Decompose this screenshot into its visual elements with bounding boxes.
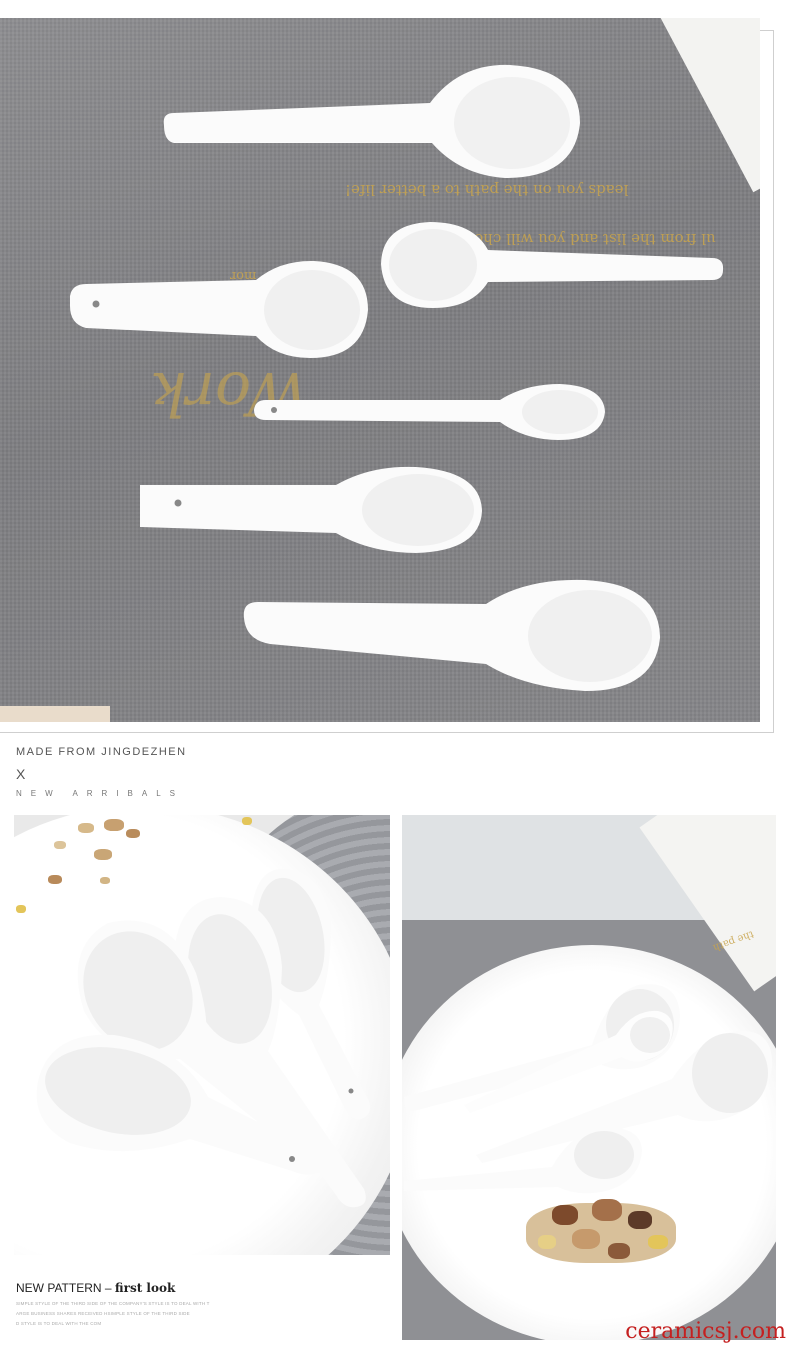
pattern-lead: NEW PATTERN <box>16 1281 102 1295</box>
granola-piece <box>538 1235 556 1249</box>
oat-flake <box>126 829 140 838</box>
spoon-1 <box>160 43 590 183</box>
granola-piece <box>592 1199 622 1221</box>
granola-piece <box>608 1243 630 1259</box>
granola-piece <box>648 1235 668 1249</box>
oat-flake <box>48 875 62 884</box>
frame-right-line <box>773 30 774 732</box>
right-spoon-4 <box>402 1121 647 1201</box>
spoon-5 <box>136 463 486 558</box>
small-caption-line-3: D STYLE IS TO DEAL WITH THE COM <box>16 1321 102 1326</box>
oat-flake <box>54 841 66 849</box>
granola-piece <box>572 1229 600 1249</box>
oat-flake <box>16 905 26 913</box>
granola-piece <box>628 1211 652 1229</box>
site-watermark: ceramicsj.com <box>625 1319 786 1344</box>
pattern-dash: – <box>101 1281 115 1295</box>
granola-piece <box>552 1205 578 1225</box>
spoon-4 <box>250 378 610 448</box>
new-pattern-caption: NEW PATTERN – first look <box>16 1281 175 1295</box>
spoon-2 <box>378 218 728 313</box>
wood-board <box>0 706 110 722</box>
oat-flake <box>100 877 110 884</box>
frame-top-line <box>760 30 774 31</box>
frame-bottom-line <box>0 732 774 733</box>
small-caption-line-2: ARGE BUSINESS SHARES RECEIVED HSIMPLE ST… <box>16 1311 190 1316</box>
hero-photo: leads you on the path to a better life! … <box>0 18 760 722</box>
oat-flake <box>242 817 252 825</box>
spoon-3 <box>66 258 371 363</box>
printed-line-1: leads you on the path to a better life! <box>345 181 629 199</box>
small-caption-line-1: SIMPLE STYLE OF THE THIRD SIDE OF THE CO… <box>16 1301 210 1306</box>
oat-flake <box>78 823 94 833</box>
x-mark: X <box>16 766 26 782</box>
spoon-6 <box>240 576 665 696</box>
pattern-first-look: first look <box>114 1281 176 1295</box>
oat-flake <box>94 849 112 860</box>
stacked-spoon-1 <box>30 1025 330 1185</box>
made-from-caption: MADE FROM JINGDEZHEN <box>16 746 187 758</box>
photo-spoons-on-plate <box>14 815 390 1255</box>
photo-spoons-with-granola: the path <box>402 815 776 1340</box>
oat-flake <box>104 819 124 831</box>
new-arrivals-caption: NEW ARRIBALS <box>16 789 185 798</box>
